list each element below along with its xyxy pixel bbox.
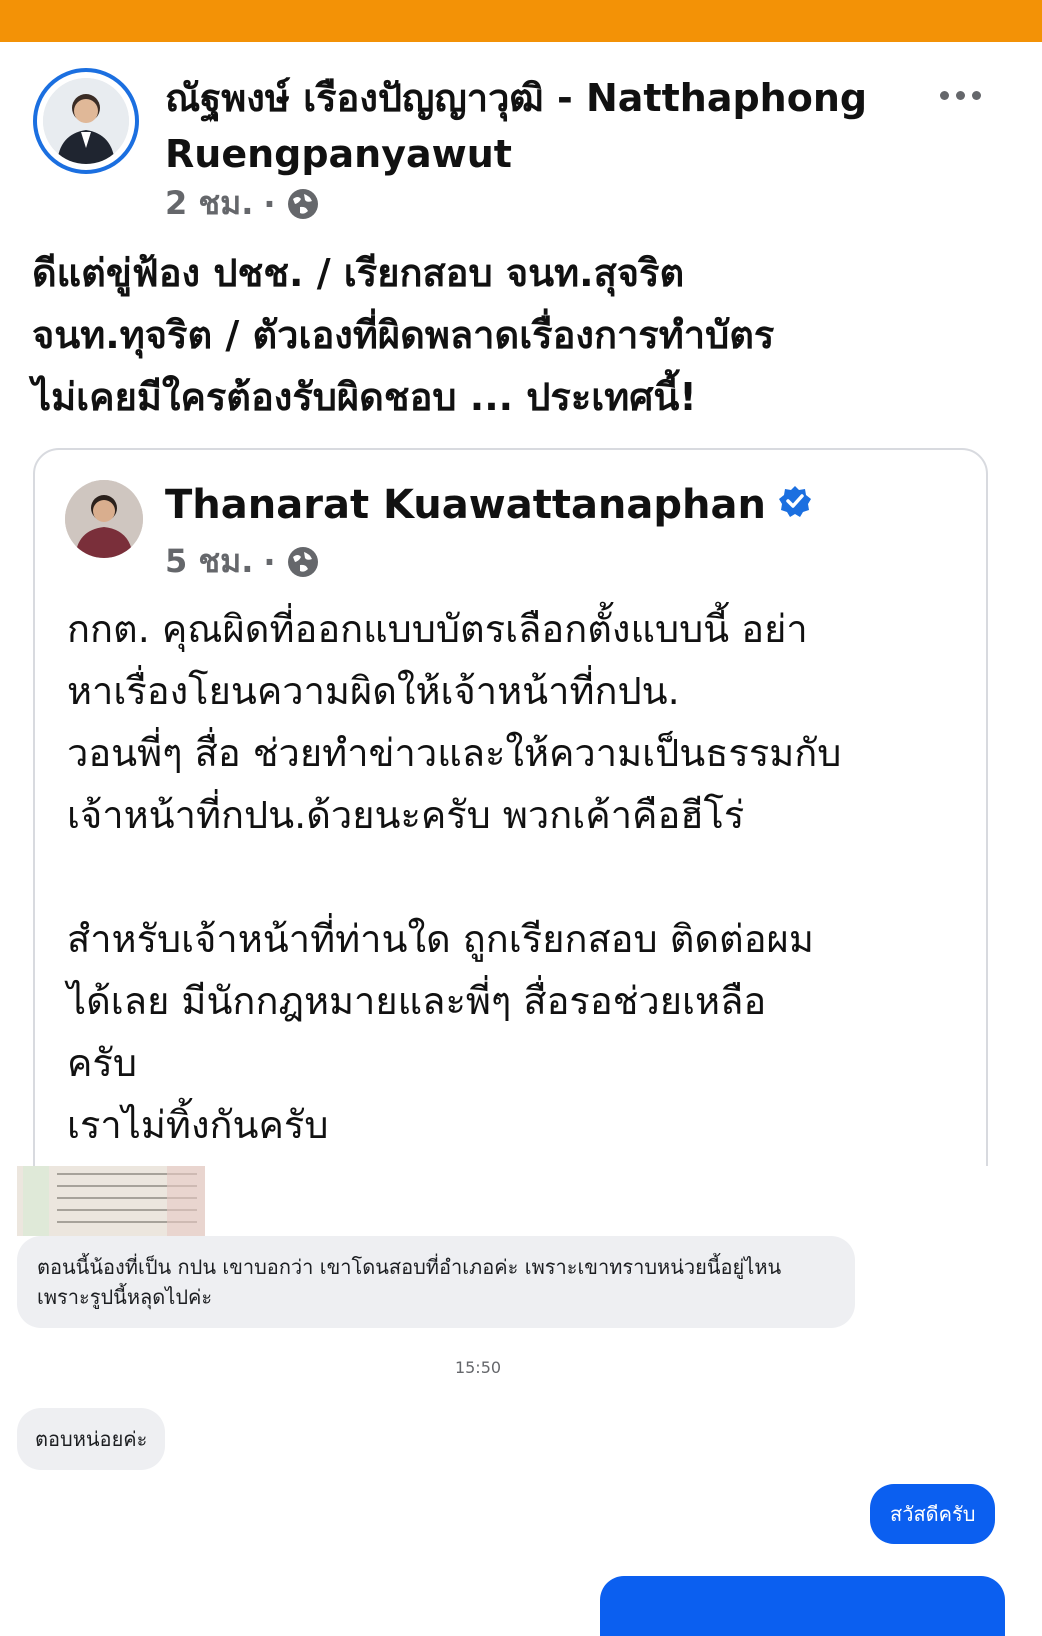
verified-badge-icon <box>778 478 812 532</box>
shared-post-card[interactable]: Thanarat Kuawattanaphan 5 ชม. · กกต. คุณ… <box>33 448 988 1208</box>
chat-screenshot: ตอนนี้น้องที่เป็น กปน เขาบอกว่า เขาโดนสอ… <box>0 1166 1042 1600</box>
shared-post-time[interactable]: 5 ชม. <box>165 536 253 587</box>
outgoing-message-cropped <box>600 1576 1005 1636</box>
meta-separator: · <box>263 184 276 223</box>
post-text: ดีแต่ขู่ฟ้อง ปชช. / เรียกสอบ จนท.สุจริต … <box>32 251 775 419</box>
shared-author-name-text[interactable]: Thanarat Kuawattanaphan <box>165 478 766 532</box>
shared-post-text: กกต. คุณผิดที่ออกแบบบัตรเลือกตั้งแบบนี้ … <box>67 607 842 1147</box>
globe-icon <box>286 187 320 221</box>
shared-author-avatar[interactable] <box>65 480 143 558</box>
top-status-bar <box>0 0 1042 42</box>
chat-timestamp: 15:50 <box>454 1358 502 1377</box>
shared-post-meta: 5 ชม. · <box>165 536 320 587</box>
ballot-photo-thumbnail[interactable] <box>17 1166 205 1236</box>
more-options-icon[interactable] <box>930 80 990 110</box>
shared-author-name[interactable]: Thanarat Kuawattanaphan <box>165 478 812 532</box>
meta-separator: · <box>263 542 276 581</box>
avatar-person-icon <box>43 78 129 164</box>
outgoing-message: สวัสดีครับ <box>870 1484 996 1544</box>
author-avatar[interactable] <box>33 68 139 174</box>
post-author-name[interactable]: ณัฐพงษ์ เรืองปัญญาวุฒิ - Natthaphong Rue… <box>165 70 905 182</box>
globe-icon <box>286 545 320 579</box>
incoming-message: ตอนนี้น้องที่เป็น กปน เขาบอกว่า เขาโดนสอ… <box>17 1236 855 1328</box>
post-time[interactable]: 2 ชม. <box>165 178 253 229</box>
incoming-message: ตอบหน่อยค่ะ <box>17 1408 166 1470</box>
post-meta: 2 ชม. · <box>165 178 320 229</box>
